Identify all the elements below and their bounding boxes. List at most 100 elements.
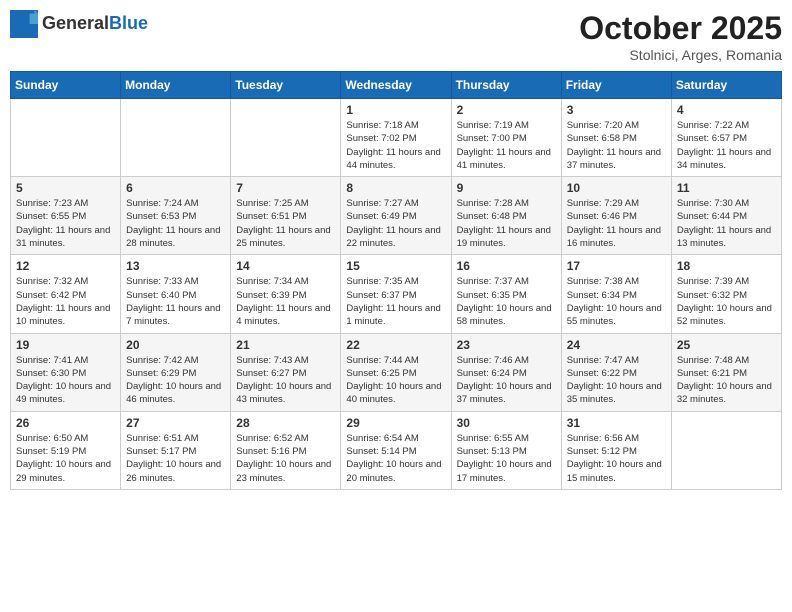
title-area: October 2025 Stolnici, Arges, Romania [579,10,782,63]
day-number: 8 [346,181,445,195]
calendar-cell: 10 Sunrise: 7:29 AM Sunset: 6:46 PM Dayli… [561,177,671,255]
day-info: Sunrise: 7:35 AM Sunset: 6:37 PM Dayligh… [346,275,445,328]
day-number: 12 [16,259,115,273]
weekday-header: Saturday [671,72,781,99]
day-number: 21 [236,338,335,352]
calendar-cell: 5 Sunrise: 7:23 AM Sunset: 6:55 PM Daylig… [11,177,121,255]
calendar: SundayMondayTuesdayWednesdayThursdayFrid… [10,71,782,490]
day-number: 17 [567,259,666,273]
calendar-cell: 30Sunrise: 6:55 AM Sunset: 5:13 PM Dayli… [451,411,561,489]
day-info: Sunrise: 7:39 AM Sunset: 6:32 PM Dayligh… [677,275,776,328]
weekday-header: Sunday [11,72,121,99]
day-info: Sunrise: 6:54 AM Sunset: 5:14 PM Dayligh… [346,432,445,485]
calendar-cell: 21 Sunrise: 7:43 AM Sunset: 6:27 PM Dayli… [231,333,341,411]
day-info: Sunrise: 7:42 AM Sunset: 6:29 PM Dayligh… [126,354,225,407]
day-number: 19 [16,338,115,352]
calendar-cell: 25Sunrise: 7:48 AM Sunset: 6:21 PM Dayli… [671,333,781,411]
day-number: 29 [346,416,445,430]
calendar-cell: 1 Sunrise: 7:18 AM Sunset: 7:02 PM Daylig… [341,99,451,177]
calendar-cell: 6Sunrise: 7:24 AM Sunset: 6:53 PM Daylig… [121,177,231,255]
day-number: 30 [457,416,556,430]
logo-general: General [42,13,109,35]
calendar-cell: 14Sunrise: 7:34 AM Sunset: 6:39 PM Dayli… [231,255,341,333]
day-number: 11 [677,181,776,195]
calendar-cell: 4 Sunrise: 7:22 AM Sunset: 6:57 PM Daylig… [671,99,781,177]
calendar-week-row: 19 Sunrise: 7:41 AM Sunset: 6:30 PM Dayli… [11,333,782,411]
day-number: 6 [126,181,225,195]
weekday-header: Thursday [451,72,561,99]
day-info: Sunrise: 7:29 AM Sunset: 6:46 PM Dayligh… [567,197,666,250]
calendar-cell: 24 Sunrise: 7:47 AM Sunset: 6:22 PM Dayli… [561,333,671,411]
day-number: 20 [126,338,225,352]
day-info: Sunrise: 6:50 AM Sunset: 5:19 PM Dayligh… [16,432,115,485]
day-number: 18 [677,259,776,273]
day-number: 14 [236,259,335,273]
calendar-cell: 31 Sunrise: 6:56 AM Sunset: 5:12 PM Dayli… [561,411,671,489]
calendar-week-row: 12Sunrise: 7:32 AM Sunset: 6:42 PM Dayli… [11,255,782,333]
day-info: Sunrise: 7:27 AM Sunset: 6:49 PM Dayligh… [346,197,445,250]
day-info: Sunrise: 7:46 AM Sunset: 6:24 PM Dayligh… [457,354,556,407]
logo-text: General Blue [42,13,148,35]
day-number: 3 [567,103,666,117]
day-number: 31 [567,416,666,430]
day-info: Sunrise: 7:30 AM Sunset: 6:44 PM Dayligh… [677,197,776,250]
calendar-cell: 12Sunrise: 7:32 AM Sunset: 6:42 PM Dayli… [11,255,121,333]
calendar-week-row: 26 Sunrise: 6:50 AM Sunset: 5:19 PM Dayli… [11,411,782,489]
calendar-cell: 15 Sunrise: 7:35 AM Sunset: 6:37 PM Dayli… [341,255,451,333]
day-info: Sunrise: 7:20 AM Sunset: 6:58 PM Dayligh… [567,119,666,172]
day-number: 24 [567,338,666,352]
calendar-cell [121,99,231,177]
day-info: Sunrise: 7:22 AM Sunset: 6:57 PM Dayligh… [677,119,776,172]
day-number: 16 [457,259,556,273]
calendar-week-row: 5 Sunrise: 7:23 AM Sunset: 6:55 PM Daylig… [11,177,782,255]
day-number: 1 [346,103,445,117]
location-title: Stolnici, Arges, Romania [579,47,782,63]
month-title: October 2025 [579,10,782,47]
calendar-cell: 22 Sunrise: 7:44 AM Sunset: 6:25 PM Dayli… [341,333,451,411]
calendar-cell: 26 Sunrise: 6:50 AM Sunset: 5:19 PM Dayli… [11,411,121,489]
day-info: Sunrise: 7:18 AM Sunset: 7:02 PM Dayligh… [346,119,445,172]
day-number: 7 [236,181,335,195]
day-number: 10 [567,181,666,195]
day-info: Sunrise: 7:33 AM Sunset: 6:40 PM Dayligh… [126,275,225,328]
day-number: 22 [346,338,445,352]
calendar-cell [11,99,121,177]
day-info: Sunrise: 6:52 AM Sunset: 5:16 PM Dayligh… [236,432,335,485]
day-info: Sunrise: 7:23 AM Sunset: 6:55 PM Dayligh… [16,197,115,250]
weekday-header: Wednesday [341,72,451,99]
day-info: Sunrise: 7:38 AM Sunset: 6:34 PM Dayligh… [567,275,666,328]
calendar-cell: 13Sunrise: 7:33 AM Sunset: 6:40 PM Dayli… [121,255,231,333]
day-number: 23 [457,338,556,352]
calendar-cell: 28Sunrise: 6:52 AM Sunset: 5:16 PM Dayli… [231,411,341,489]
day-number: 9 [457,181,556,195]
day-info: Sunrise: 7:44 AM Sunset: 6:25 PM Dayligh… [346,354,445,407]
day-number: 15 [346,259,445,273]
calendar-cell: 27Sunrise: 6:51 AM Sunset: 5:17 PM Dayli… [121,411,231,489]
day-info: Sunrise: 7:41 AM Sunset: 6:30 PM Dayligh… [16,354,115,407]
calendar-cell: 23 Sunrise: 7:46 AM Sunset: 6:24 PM Dayli… [451,333,561,411]
calendar-cell [231,99,341,177]
logo: General Blue [10,10,148,38]
weekday-header: Friday [561,72,671,99]
day-number: 5 [16,181,115,195]
day-number: 27 [126,416,225,430]
day-number: 26 [16,416,115,430]
day-info: Sunrise: 6:56 AM Sunset: 5:12 PM Dayligh… [567,432,666,485]
calendar-cell [671,411,781,489]
calendar-cell: 17 Sunrise: 7:38 AM Sunset: 6:34 PM Dayli… [561,255,671,333]
day-info: Sunrise: 7:43 AM Sunset: 6:27 PM Dayligh… [236,354,335,407]
day-info: Sunrise: 7:37 AM Sunset: 6:35 PM Dayligh… [457,275,556,328]
day-info: Sunrise: 7:19 AM Sunset: 7:00 PM Dayligh… [457,119,556,172]
calendar-cell: 19 Sunrise: 7:41 AM Sunset: 6:30 PM Dayli… [11,333,121,411]
calendar-cell: 7Sunrise: 7:25 AM Sunset: 6:51 PM Daylig… [231,177,341,255]
calendar-week-row: 1 Sunrise: 7:18 AM Sunset: 7:02 PM Daylig… [11,99,782,177]
day-number: 4 [677,103,776,117]
weekday-header: Monday [121,72,231,99]
logo-blue: Blue [109,13,148,35]
header: General Blue October 2025 Stolnici, Arge… [10,10,782,63]
calendar-cell: 18 Sunrise: 7:39 AM Sunset: 6:32 PM Dayli… [671,255,781,333]
day-number: 25 [677,338,776,352]
weekday-header-row: SundayMondayTuesdayWednesdayThursdayFrid… [11,72,782,99]
day-info: Sunrise: 7:47 AM Sunset: 6:22 PM Dayligh… [567,354,666,407]
calendar-cell: 11 Sunrise: 7:30 AM Sunset: 6:44 PM Dayli… [671,177,781,255]
